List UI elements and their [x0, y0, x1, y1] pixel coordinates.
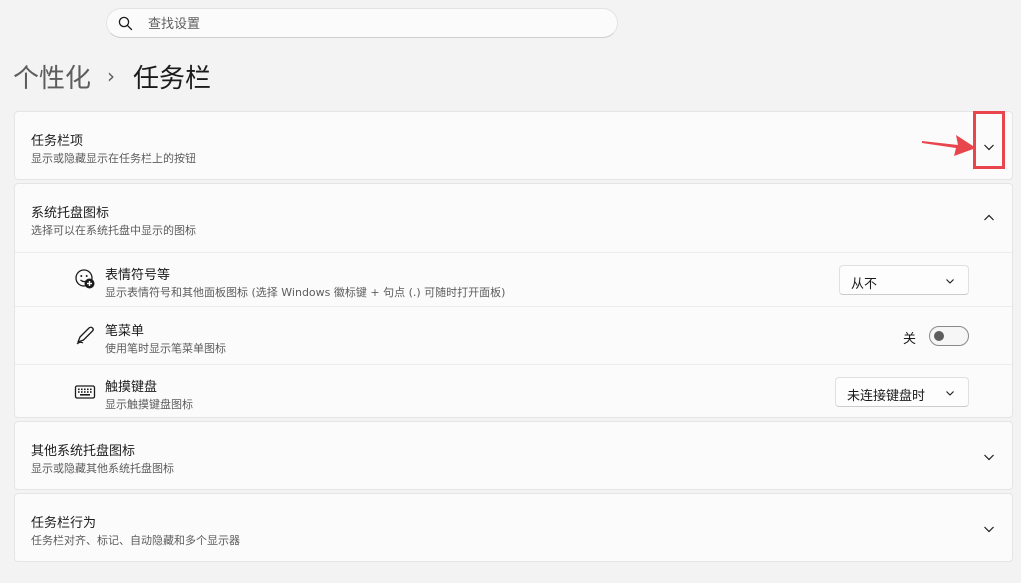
touch-keyboard-description: 显示触摸键盘图标	[105, 398, 193, 411]
emoji-icon	[75, 269, 95, 289]
system-tray-header[interactable]: 系统托盘图标 选择可以在系统托盘中显示的图标	[15, 184, 1012, 252]
chevron-down-icon[interactable]	[983, 523, 995, 535]
emoji-dropdown[interactable]: 从不	[839, 265, 969, 295]
chevron-up-icon[interactable]	[983, 212, 995, 224]
search-input[interactable]	[146, 9, 600, 39]
taskbar-behaviors-description: 任务栏对齐、标记、自动隐藏和多个显示器	[31, 534, 240, 547]
system-tray-description: 选择可以在系统托盘中显示的图标	[31, 224, 196, 237]
emoji-title: 表情符号等	[105, 268, 171, 283]
page-title: 任务栏	[133, 63, 212, 94]
taskbar-behaviors-title: 任务栏行为	[31, 516, 97, 531]
other-tray-description: 显示或隐藏其他系统托盘图标	[31, 462, 174, 475]
toggle-knob	[934, 331, 944, 341]
pen-menu-description: 使用笔时显示笔菜单图标	[105, 342, 226, 355]
pen-icon	[76, 326, 94, 345]
pen-menu-title: 笔菜单	[105, 324, 145, 339]
pen-menu-toggle[interactable]	[929, 326, 969, 346]
list-item-touch-keyboard: 触摸键盘 显示触摸键盘图标 未连接键盘时	[15, 364, 1012, 418]
search-icon	[118, 16, 133, 31]
search-box[interactable]	[106, 8, 618, 39]
list-item-emoji: 表情符号等 显示表情符号和其他面板图标 (选择 Windows 徽标键 + 句点…	[15, 252, 1012, 307]
other-tray-title: 其他系统托盘图标	[31, 444, 136, 459]
annotation-arrow-icon	[922, 135, 976, 156]
system-tray-card: 系统托盘图标 选择可以在系统托盘中显示的图标 表情符号等 显示表情符号和其他面板…	[14, 183, 1013, 418]
emoji-description: 显示表情符号和其他面板图标 (选择 Windows 徽标键 + 句点 (.) 可…	[105, 286, 506, 299]
keyboard-icon	[74, 385, 96, 399]
chevron-down-icon	[946, 391, 954, 396]
system-tray-title: 系统托盘图标	[31, 206, 110, 221]
breadcrumb: 个性化 › 任务栏	[13, 56, 211, 96]
breadcrumb-separator-icon: ›	[107, 64, 116, 88]
touch-keyboard-dropdown[interactable]: 未连接键盘时	[835, 377, 969, 407]
breadcrumb-parent[interactable]: 个性化	[13, 58, 91, 95]
taskbar-items-title: 任务栏项	[31, 134, 84, 149]
other-tray-card[interactable]: 其他系统托盘图标 显示或隐藏其他系统托盘图标	[14, 421, 1013, 490]
touch-keyboard-title: 触摸键盘	[105, 380, 158, 395]
chevron-down-icon	[946, 279, 954, 284]
taskbar-items-description: 显示或隐藏显示在任务栏上的按钮	[31, 152, 196, 165]
taskbar-items-card[interactable]: 任务栏项 显示或隐藏显示在任务栏上的按钮	[14, 111, 1013, 180]
chevron-down-icon[interactable]	[983, 451, 995, 463]
pen-toggle-state-label: 关	[903, 332, 917, 347]
list-item-pen-menu: 笔菜单 使用笔时显示笔菜单图标 关	[15, 306, 1012, 365]
emoji-dropdown-value: 从不	[851, 277, 878, 292]
taskbar-behaviors-card[interactable]: 任务栏行为 任务栏对齐、标记、自动隐藏和多个显示器	[14, 493, 1013, 562]
touch-keyboard-dropdown-value: 未连接键盘时	[847, 389, 926, 404]
